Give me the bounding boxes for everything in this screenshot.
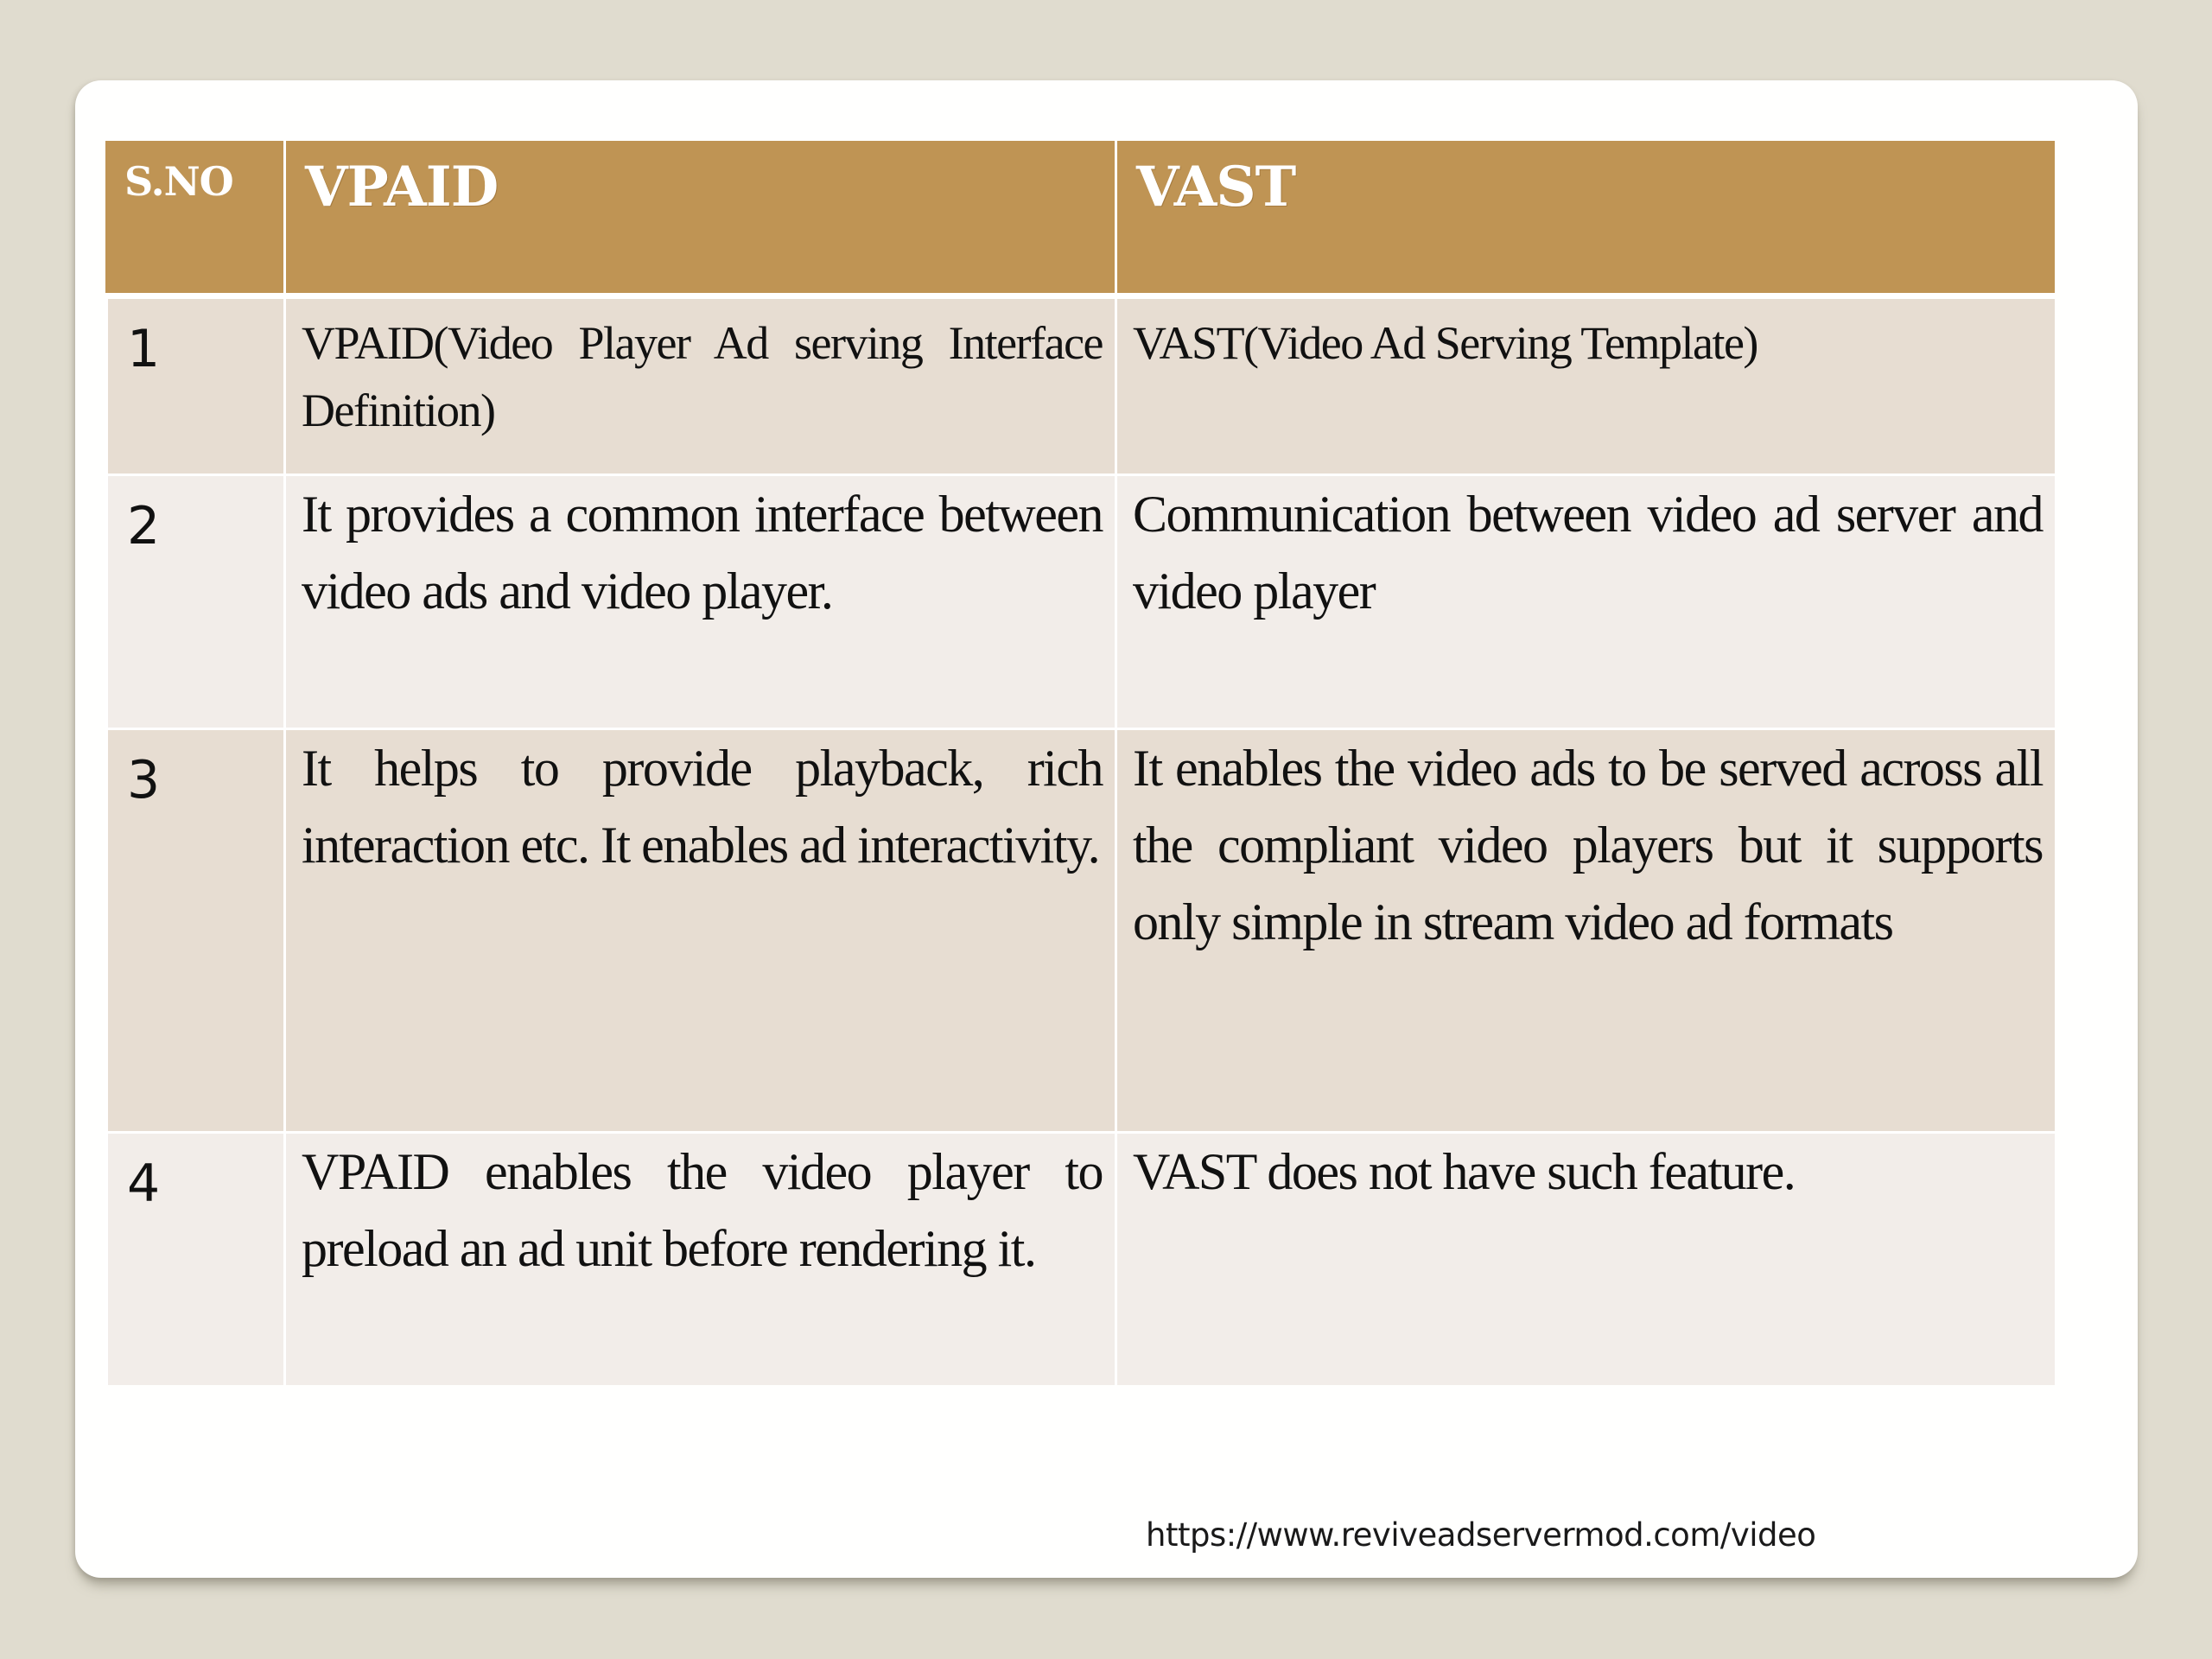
- row-1-sno: 1: [105, 299, 283, 476]
- comparison-table: S.NO VPAID VAST 1 VPAID(Video Player Ad …: [105, 141, 2055, 1385]
- source-url[interactable]: https://www.reviveadservermod.com/video: [1146, 1516, 1816, 1554]
- header-vast: VAST: [1115, 141, 2055, 299]
- header-sno: S.NO: [105, 141, 283, 299]
- row-2-vast: Communication between video ad server an…: [1115, 476, 2055, 730]
- row-1-vast: VAST(Video Ad Serving Template): [1115, 299, 2055, 476]
- row-4-sno: 4: [105, 1134, 283, 1385]
- row-3-vast: It enables the video ads to be served ac…: [1115, 730, 2055, 1134]
- row-1-vpaid: VPAID(Video Player Ad serving Interface …: [283, 299, 1115, 476]
- row-4-vpaid: VPAID enables the video player to preloa…: [283, 1134, 1115, 1385]
- row-3-vpaid: It helps to provide playback, rich inter…: [283, 730, 1115, 1134]
- row-4-vast: VAST does not have such feature.: [1115, 1134, 2055, 1385]
- header-vpaid: VPAID: [283, 141, 1115, 299]
- row-3-sno: 3: [105, 730, 283, 1134]
- row-2-sno: 2: [105, 476, 283, 730]
- row-2-vpaid: It provides a common interface between v…: [283, 476, 1115, 730]
